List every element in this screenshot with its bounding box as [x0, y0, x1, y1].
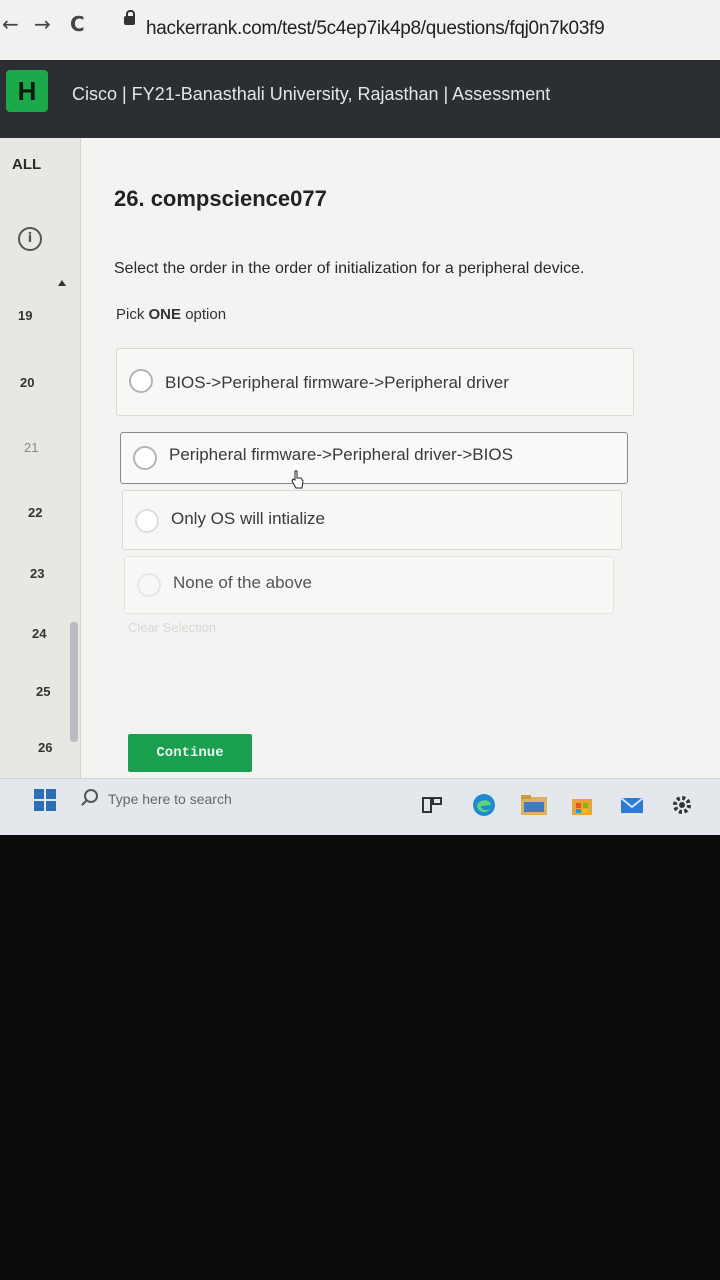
- continue-button[interactable]: Continue: [128, 734, 252, 772]
- taskbar-search-input[interactable]: Type here to search: [108, 791, 232, 807]
- option-1[interactable]: BIOS->Peripheral firmware->Peripheral dr…: [116, 348, 634, 416]
- option-label: None of the above: [173, 573, 312, 592]
- option-2[interactable]: Peripheral firmware->Peripheral driver->…: [120, 432, 628, 484]
- scroll-up-icon[interactable]: [58, 280, 66, 286]
- test-title: Cisco | FY21-Banasthali University, Raja…: [72, 84, 551, 104]
- reload-icon[interactable]: C: [70, 12, 85, 36]
- question-nav-26[interactable]: 26: [38, 740, 52, 755]
- question-nav-22[interactable]: 22: [28, 505, 42, 520]
- info-icon[interactable]: i: [18, 227, 42, 251]
- back-icon[interactable]: ←: [2, 12, 19, 36]
- option-3[interactable]: Only OS will intialize: [122, 490, 622, 550]
- question-nav-24[interactable]: 24: [32, 626, 46, 641]
- option-4[interactable]: None of the above: [124, 556, 614, 614]
- screen: ← → C hackerrank.com/test/5c4ep7ik4p8/qu…: [0, 0, 720, 835]
- edge-icon[interactable]: [472, 793, 496, 817]
- all-questions-link[interactable]: ALL: [12, 156, 41, 173]
- settings-icon[interactable]: [670, 793, 694, 817]
- question-nav-20[interactable]: 20: [20, 375, 34, 390]
- hand-cursor-icon: [291, 470, 304, 489]
- search-icon[interactable]: [84, 789, 98, 803]
- windows-taskbar: Type here to search: [0, 778, 720, 835]
- pick-instruction: Pick ONE option: [116, 306, 227, 323]
- store-icon[interactable]: [570, 793, 594, 817]
- option-label: Peripheral firmware->Peripheral driver->…: [169, 445, 513, 464]
- question-nav-19[interactable]: 19: [18, 308, 32, 323]
- option-label: Only OS will intialize: [171, 509, 325, 528]
- sidebar-scrollbar[interactable]: [70, 622, 78, 742]
- radio-button[interactable]: [135, 509, 159, 533]
- radio-button[interactable]: [137, 573, 161, 597]
- test-header: H Cisco | FY21-Banasthali University, Ra…: [0, 60, 720, 138]
- question-nav-23[interactable]: 23: [30, 566, 44, 581]
- mail-icon[interactable]: [620, 793, 644, 817]
- hackerrank-logo[interactable]: H: [6, 70, 48, 112]
- forward-icon[interactable]: →: [34, 12, 51, 36]
- question-navigator: ALL i 19 20 21 22 23 24 25 26: [0, 138, 81, 778]
- clear-selection-link[interactable]: Clear Selection: [128, 620, 216, 635]
- browser-address-bar: ← → C hackerrank.com/test/5c4ep7ik4p8/qu…: [0, 0, 720, 61]
- question-nav-25[interactable]: 25: [36, 684, 50, 699]
- task-view-icon[interactable]: [420, 793, 444, 817]
- question-text: Select the order in the order of initial…: [114, 260, 585, 277]
- windows-start-icon[interactable]: [34, 789, 56, 811]
- radio-button[interactable]: [129, 369, 153, 393]
- question-nav-21[interactable]: 21: [24, 440, 38, 455]
- question-title: 26. compscience077: [114, 186, 327, 211]
- lock-icon: [124, 10, 135, 25]
- file-explorer-icon[interactable]: [520, 793, 548, 817]
- option-label: BIOS->Peripheral firmware->Peripheral dr…: [165, 373, 509, 392]
- radio-button[interactable]: [133, 446, 157, 470]
- url-field[interactable]: hackerrank.com/test/5c4ep7ik4p8/question…: [146, 18, 605, 40]
